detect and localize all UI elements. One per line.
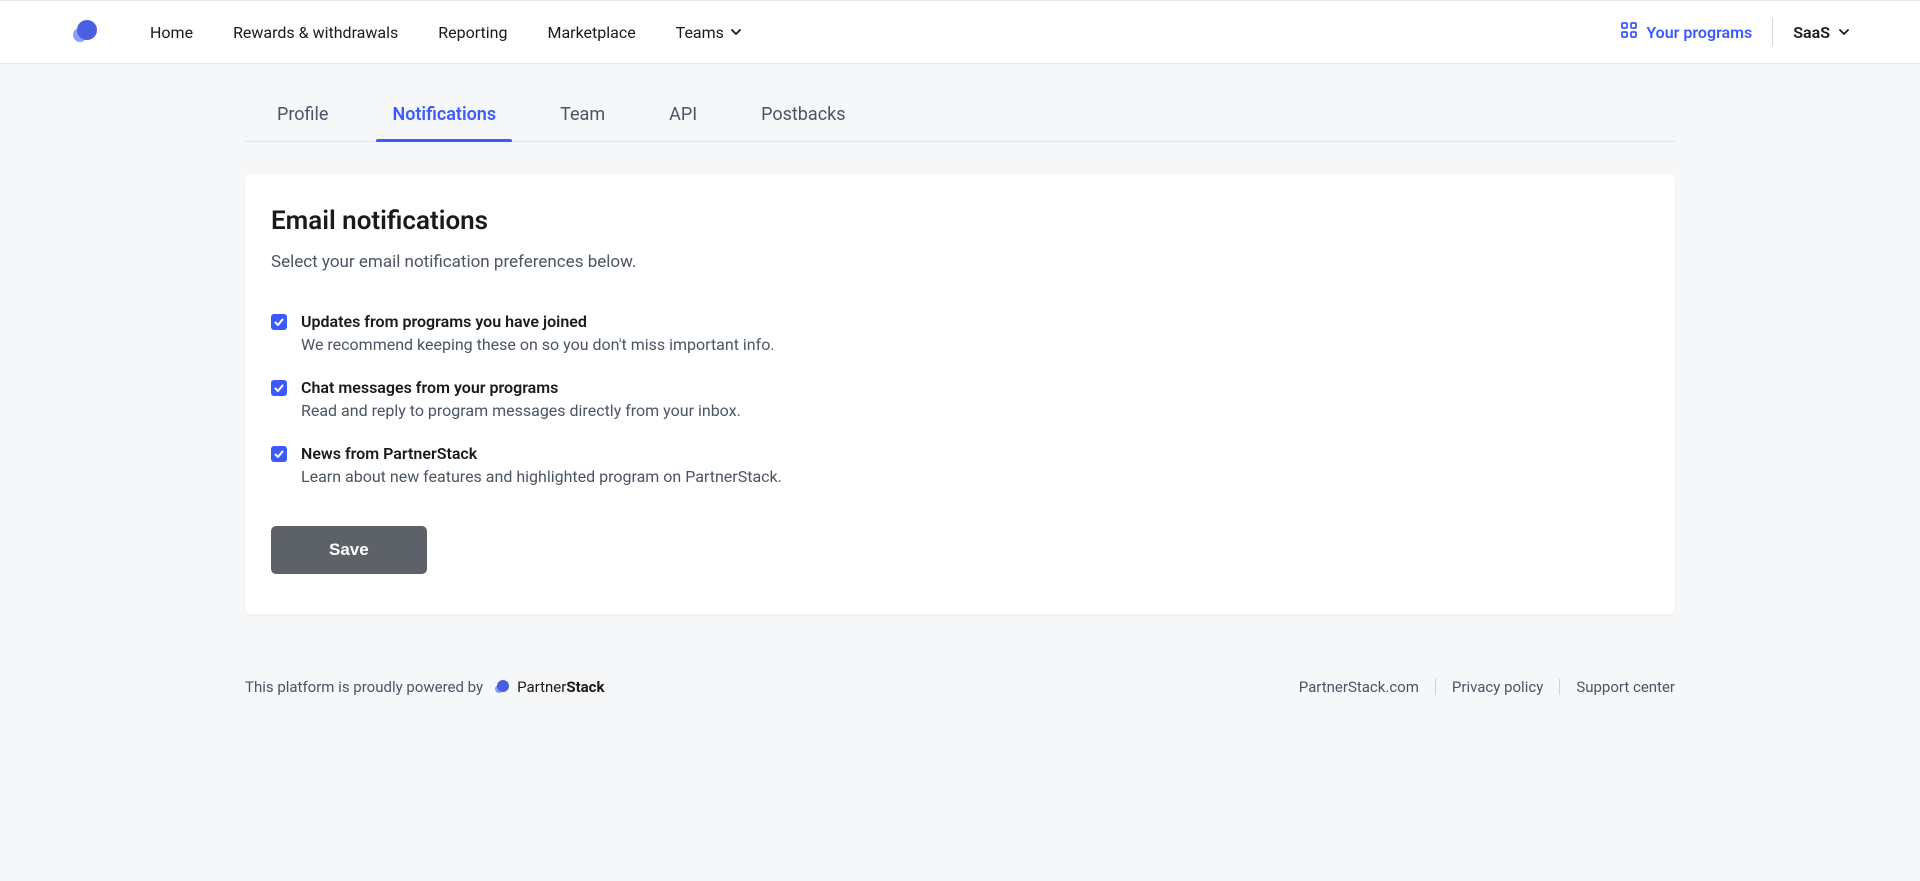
save-button[interactable]: Save xyxy=(271,526,427,574)
top-header: Home Rewards & withdrawals Reporting Mar… xyxy=(0,0,1920,64)
nav-teams-label: Teams xyxy=(676,23,724,42)
option-label: Updates from programs you have joined xyxy=(301,312,775,331)
option-label: News from PartnerStack xyxy=(301,444,782,463)
account-label: SaaS xyxy=(1793,23,1830,42)
your-programs-label: Your programs xyxy=(1646,23,1752,42)
nav-marketplace[interactable]: Marketplace xyxy=(547,23,635,42)
footer-right: PartnerStack.com Privacy policy Support … xyxy=(1299,678,1675,696)
brand-prefix: Partner xyxy=(517,678,566,696)
account-menu[interactable]: SaaS xyxy=(1773,23,1850,42)
footer-link-privacy[interactable]: Privacy policy xyxy=(1452,678,1543,696)
divider xyxy=(1559,679,1560,695)
brand-suffix: Stack xyxy=(566,678,604,696)
option-updates: Updates from programs you have joined We… xyxy=(271,312,1649,354)
option-desc: We recommend keeping these on so you don… xyxy=(301,335,775,354)
footer-left: This platform is proudly powered by Part… xyxy=(245,678,605,696)
check-icon xyxy=(273,448,285,460)
settings-tabs: Profile Notifications Team API Postbacks xyxy=(245,64,1675,142)
logo-icon xyxy=(70,17,100,47)
notifications-card: Email notifications Select your email no… xyxy=(245,174,1675,614)
footer-link-site[interactable]: PartnerStack.com xyxy=(1299,678,1419,696)
tab-postbacks[interactable]: Postbacks xyxy=(761,104,845,141)
powered-by-text: This platform is proudly powered by xyxy=(245,678,483,696)
your-programs-link[interactable]: Your programs xyxy=(1620,21,1772,43)
option-label: Chat messages from your programs xyxy=(301,378,741,397)
nav-home[interactable]: Home xyxy=(150,23,193,42)
logo[interactable] xyxy=(70,17,100,47)
card-title: Email notifications xyxy=(271,206,1649,236)
option-desc: Learn about new features and highlighted… xyxy=(301,467,782,486)
footer-link-support[interactable]: Support center xyxy=(1576,678,1675,696)
tab-team[interactable]: Team xyxy=(560,104,605,141)
divider xyxy=(1435,679,1436,695)
option-desc: Read and reply to program messages direc… xyxy=(301,401,741,420)
nav-reporting[interactable]: Reporting xyxy=(438,23,507,42)
header-right: Your programs SaaS xyxy=(1620,18,1850,46)
nav-teams[interactable]: Teams xyxy=(676,23,742,42)
tab-api[interactable]: API xyxy=(669,104,697,141)
nav-rewards[interactable]: Rewards & withdrawals xyxy=(233,23,398,42)
tab-notifications[interactable]: Notifications xyxy=(392,104,496,141)
grid-icon xyxy=(1620,21,1638,43)
primary-nav: Home Rewards & withdrawals Reporting Mar… xyxy=(150,23,1620,42)
brand-icon xyxy=(493,678,511,696)
check-icon xyxy=(273,382,285,394)
checkbox-updates[interactable] xyxy=(271,314,287,330)
card-subtitle: Select your email notification preferenc… xyxy=(271,252,1649,272)
checkbox-news[interactable] xyxy=(271,446,287,462)
footer-brand[interactable]: PartnerStack xyxy=(493,678,604,696)
option-news: News from PartnerStack Learn about new f… xyxy=(271,444,1649,486)
chevron-down-icon xyxy=(730,26,742,38)
check-icon xyxy=(273,316,285,328)
tab-profile[interactable]: Profile xyxy=(277,104,328,141)
option-chat: Chat messages from your programs Read an… xyxy=(271,378,1649,420)
chevron-down-icon xyxy=(1838,26,1850,38)
checkbox-chat[interactable] xyxy=(271,380,287,396)
footer: This platform is proudly powered by Part… xyxy=(245,654,1675,736)
